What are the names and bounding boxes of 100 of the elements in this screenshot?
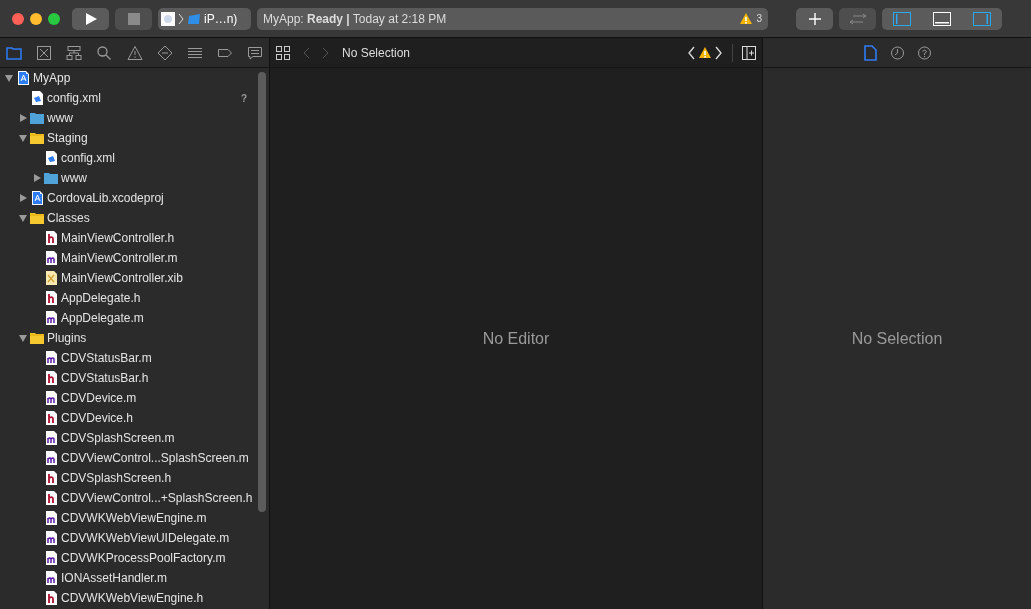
- file-tree-row[interactable]: IONAssetHandler.m: [0, 568, 269, 588]
- file-name: IONAssetHandler.m: [61, 570, 168, 587]
- file-tree-row[interactable]: CDVWKProcessPoolFactory.m: [0, 548, 269, 568]
- file-tree-row[interactable]: MyApp: [0, 68, 269, 88]
- source-control-status: ?: [240, 91, 247, 106]
- file-tree-row[interactable]: CDVWKWebViewEngine.m: [0, 508, 269, 528]
- report-navigator-icon[interactable]: [247, 44, 263, 61]
- window-control[interactable]: [30, 12, 42, 25]
- hierarchy-navigator-icon[interactable]: [66, 44, 83, 61]
- disclosure-triangle-icon[interactable]: [18, 213, 28, 223]
- file-tree-row[interactable]: config.xml: [0, 148, 269, 168]
- file-name: CDVDevice.h: [61, 410, 134, 427]
- grid-icon[interactable]: [276, 45, 290, 60]
- source-file-icon: [44, 430, 58, 446]
- disclosure-triangle-icon[interactable]: [18, 133, 28, 143]
- clock-icon[interactable]: [889, 44, 905, 61]
- panel-layout-icon: [893, 11, 911, 26]
- file-name: CDVDevice.m: [61, 390, 137, 407]
- source-file-icon: [44, 450, 58, 466]
- file-tree-row[interactable]: Staging: [0, 128, 269, 148]
- file-name: Staging: [47, 130, 88, 147]
- play-icon: [83, 11, 98, 26]
- file-tree-row[interactable]: config.xml ?: [0, 88, 269, 108]
- file-tree-row[interactable]: MainViewController.xib: [0, 268, 269, 288]
- header-file-icon: [44, 290, 58, 306]
- previous-issue-icon[interactable]: [687, 45, 695, 60]
- source-file-icon: [44, 350, 58, 366]
- file-tree-row[interactable]: CDVStatusBar.h: [0, 368, 269, 388]
- disclosure-triangle-icon[interactable]: [4, 73, 14, 83]
- help-icon[interactable]: [916, 44, 932, 61]
- source-file-icon: [44, 310, 58, 326]
- file-name: CDVViewControl...+SplashScreen.h: [61, 490, 253, 507]
- empty-inspector-message: No Selection: [851, 328, 943, 349]
- build-status: MyApp: Ready | Today at 2:18 PM: [263, 10, 447, 28]
- panel-layout-icon: [933, 11, 951, 26]
- source-file-icon: [44, 570, 58, 586]
- file-tree-row[interactable]: MainViewController.h: [0, 228, 269, 248]
- window-control[interactable]: [12, 12, 24, 25]
- file-inspector-icon[interactable]: [862, 44, 878, 61]
- panel-layout-icon: [973, 11, 991, 26]
- swap-arrows-icon: [847, 12, 868, 25]
- file-tree-row[interactable]: AppDelegate.h: [0, 288, 269, 308]
- file-name: MainViewController.m: [61, 250, 178, 267]
- disclosure-triangle-icon[interactable]: [18, 333, 28, 343]
- device-icon: [187, 12, 201, 25]
- file-tree-row[interactable]: AppDelegate.m: [0, 308, 269, 328]
- test-navigator-icon[interactable]: [156, 44, 173, 61]
- header-file-icon: [44, 590, 58, 606]
- stop-button[interactable]: [115, 7, 152, 30]
- run-button[interactable]: [72, 7, 109, 30]
- next-issue-icon[interactable]: [715, 45, 723, 60]
- file-tree-row[interactable]: CDVDevice.m: [0, 388, 269, 408]
- file-tree-row[interactable]: Plugins: [0, 328, 269, 348]
- file-name: Classes: [47, 210, 90, 227]
- file-tree-row[interactable]: MainViewController.m: [0, 248, 269, 268]
- header-file-icon: [44, 470, 58, 486]
- file-tree-row[interactable]: CDVSplashScreen.h: [0, 468, 269, 488]
- jump-bar-path[interactable]: No Selection: [342, 43, 411, 62]
- source-file-icon: [44, 550, 58, 566]
- file-name: CDVStatusBar.h: [61, 370, 149, 387]
- file-tree-row[interactable]: www: [0, 108, 269, 128]
- add-button[interactable]: [796, 7, 833, 30]
- scrollbar[interactable]: [258, 72, 266, 512]
- file-tree-row[interactable]: CDVViewControl...+SplashScreen.h: [0, 488, 269, 508]
- scheme-selector[interactable]: iP…n): [158, 7, 251, 30]
- file-tree-row[interactable]: CDVStatusBar.m: [0, 348, 269, 368]
- xml-file-icon: [44, 150, 58, 166]
- file-name: MyApp: [33, 70, 71, 87]
- header-file-icon: [44, 230, 58, 246]
- file-tree-row[interactable]: CDVViewControl...SplashScreen.m: [0, 448, 269, 468]
- folder-icon: [30, 110, 44, 126]
- file-name: CordovaLib.xcodeproj: [47, 190, 164, 207]
- source-control-navigator-icon[interactable]: [36, 44, 53, 61]
- file-name: www: [61, 170, 87, 187]
- plus-icon: [807, 11, 822, 26]
- interface-file-icon: [44, 270, 58, 286]
- chevron-icon: [178, 12, 184, 25]
- add-editor-icon[interactable]: [742, 45, 756, 60]
- disclosure-triangle-icon[interactable]: [32, 173, 42, 183]
- folder-icon: [30, 330, 44, 346]
- source-file-icon: [44, 250, 58, 266]
- file-name: AppDelegate.m: [61, 310, 144, 327]
- file-tree-row[interactable]: Classes: [0, 208, 269, 228]
- window-control[interactable]: [48, 12, 60, 25]
- search-icon[interactable]: [96, 44, 113, 61]
- disclosure-triangle-icon[interactable]: [18, 113, 28, 123]
- file-tree-row[interactable]: CDVDevice.h: [0, 408, 269, 428]
- file-tree-row[interactable]: CDVWKWebViewEngine.h: [0, 588, 269, 608]
- file-tree-row[interactable]: CDVSplashScreen.m: [0, 428, 269, 448]
- source-file-icon: [44, 530, 58, 546]
- file-tree-row[interactable]: CDVWKWebViewUIDelegate.m: [0, 528, 269, 548]
- file-name: AppDelegate.h: [61, 290, 141, 307]
- disclosure-triangle-icon[interactable]: [18, 193, 28, 203]
- project-file-icon: [16, 70, 30, 86]
- file-tree-row[interactable]: CordovaLib.xcodeproj: [0, 188, 269, 208]
- folder-icon: [44, 170, 58, 186]
- warning-icon[interactable]: [698, 45, 712, 60]
- source-file-icon: [44, 390, 58, 406]
- file-tree-row[interactable]: www: [0, 168, 269, 188]
- folder-navigator-icon[interactable]: [6, 44, 22, 61]
